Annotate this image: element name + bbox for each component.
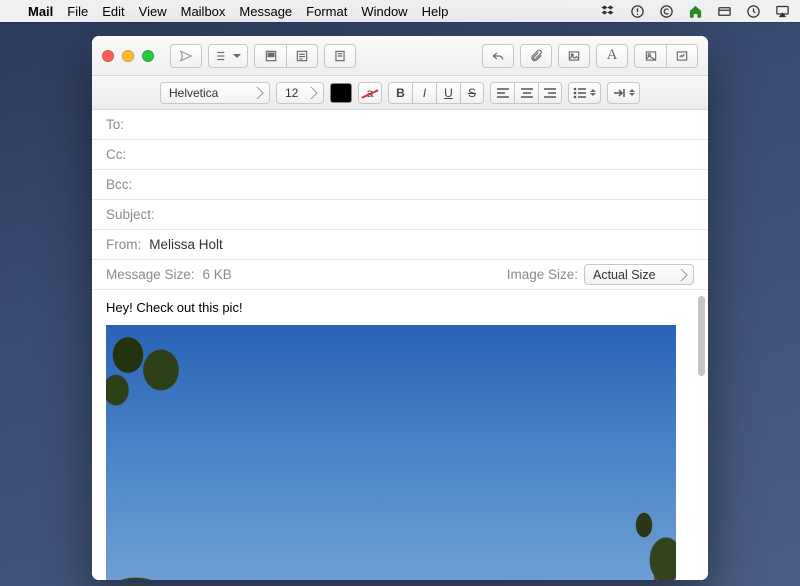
- body-text[interactable]: Hey! Check out this pic!: [106, 300, 692, 315]
- menu-format[interactable]: Format: [306, 4, 347, 19]
- media-group: [634, 44, 698, 68]
- image-size-value: Actual Size: [593, 268, 656, 282]
- to-row: To:: [92, 110, 708, 140]
- strikethrough-button[interactable]: S: [460, 82, 484, 104]
- font-family-select[interactable]: Helvetica: [160, 82, 270, 104]
- bcc-field[interactable]: [140, 177, 694, 192]
- menu-edit[interactable]: Edit: [102, 4, 124, 19]
- subject-label: Subject:: [106, 207, 155, 222]
- list-button[interactable]: [568, 82, 601, 104]
- font-size-value: 12: [285, 86, 298, 100]
- bcc-label: Bcc:: [106, 177, 132, 192]
- message-size-value: 6 KB: [203, 267, 232, 282]
- to-label: To:: [106, 117, 124, 132]
- image-size-select[interactable]: Actual Size: [584, 264, 694, 285]
- titlebar: A: [92, 36, 708, 76]
- menu-mailbox[interactable]: Mailbox: [181, 4, 226, 19]
- scrollbar-thumb[interactable]: [698, 296, 705, 376]
- bcc-row: Bcc:: [92, 170, 708, 200]
- chevron-down-icon: [233, 48, 241, 63]
- plain-text-button[interactable]: [286, 44, 318, 68]
- menu-file[interactable]: File: [67, 4, 88, 19]
- timemachine-icon[interactable]: [746, 4, 761, 19]
- underline-button[interactable]: U: [436, 82, 460, 104]
- subject-row: Subject:: [92, 200, 708, 230]
- rich-text-button[interactable]: [254, 44, 286, 68]
- markup-button[interactable]: [666, 44, 698, 68]
- include-attachment-button[interactable]: [558, 44, 590, 68]
- text-bgcolor-button[interactable]: a: [358, 82, 382, 104]
- bold-button[interactable]: B: [388, 82, 412, 104]
- message-headers: To: Cc: Bcc: Subject: From: Melissa Holt…: [92, 110, 708, 290]
- cc-row: Cc:: [92, 140, 708, 170]
- align-center-button[interactable]: [514, 82, 538, 104]
- align-group: [490, 82, 562, 104]
- zoom-button[interactable]: [142, 50, 154, 62]
- close-button[interactable]: [102, 50, 114, 62]
- app-menu[interactable]: Mail: [28, 4, 53, 19]
- rich-plain-toggle: [254, 44, 318, 68]
- menu-window[interactable]: Window: [361, 4, 407, 19]
- font-family-value: Helvetica: [169, 86, 218, 100]
- from-value[interactable]: Melissa Holt: [149, 237, 694, 252]
- dropbox-icon[interactable]: [601, 4, 616, 19]
- menu-message[interactable]: Message: [239, 4, 292, 19]
- text-color-button[interactable]: [330, 83, 352, 103]
- home-icon[interactable]: [688, 4, 703, 19]
- cc-field[interactable]: [134, 147, 694, 162]
- align-right-button[interactable]: [538, 82, 562, 104]
- message-size-label: Message Size:: [106, 267, 195, 282]
- compose-window: A Helvetica 12 a B I U S To: Cc:: [92, 36, 708, 580]
- window-controls: [102, 50, 154, 62]
- image-size-label: Image Size:: [507, 267, 578, 282]
- format-button[interactable]: A: [596, 44, 628, 68]
- italic-button[interactable]: I: [412, 82, 436, 104]
- chevron-updown-icon: [629, 86, 635, 99]
- to-field[interactable]: [132, 117, 694, 132]
- style-group: B I U S: [388, 82, 484, 104]
- minimize-button[interactable]: [122, 50, 134, 62]
- photo-browser-button[interactable]: [634, 44, 666, 68]
- cc-label: Cc:: [106, 147, 126, 162]
- size-row: Message Size: 6 KB Image Size: Actual Si…: [92, 260, 708, 290]
- font-size-select[interactable]: 12: [276, 82, 324, 104]
- menubar: Mail File Edit View Mailbox Message Form…: [0, 0, 800, 22]
- menu-help[interactable]: Help: [422, 4, 449, 19]
- header-fields-button[interactable]: [208, 44, 248, 68]
- card-icon[interactable]: [717, 4, 732, 19]
- airplay-icon[interactable]: [775, 4, 790, 19]
- attached-image[interactable]: [106, 325, 676, 580]
- from-row: From: Melissa Holt: [92, 230, 708, 260]
- menu-view[interactable]: View: [139, 4, 167, 19]
- from-label: From:: [106, 237, 141, 252]
- stationery-button[interactable]: [324, 44, 356, 68]
- align-left-button[interactable]: [490, 82, 514, 104]
- format-bar: Helvetica 12 a B I U S: [92, 76, 708, 110]
- indent-button[interactable]: [607, 82, 640, 104]
- attach-button[interactable]: [520, 44, 552, 68]
- send-button[interactable]: [170, 44, 202, 68]
- reply-button[interactable]: [482, 44, 514, 68]
- c-icon[interactable]: [659, 4, 674, 19]
- message-body[interactable]: Hey! Check out this pic!: [92, 290, 708, 580]
- chevron-updown-icon: [590, 86, 596, 99]
- subject-field[interactable]: [163, 207, 694, 222]
- info-icon[interactable]: [630, 4, 645, 19]
